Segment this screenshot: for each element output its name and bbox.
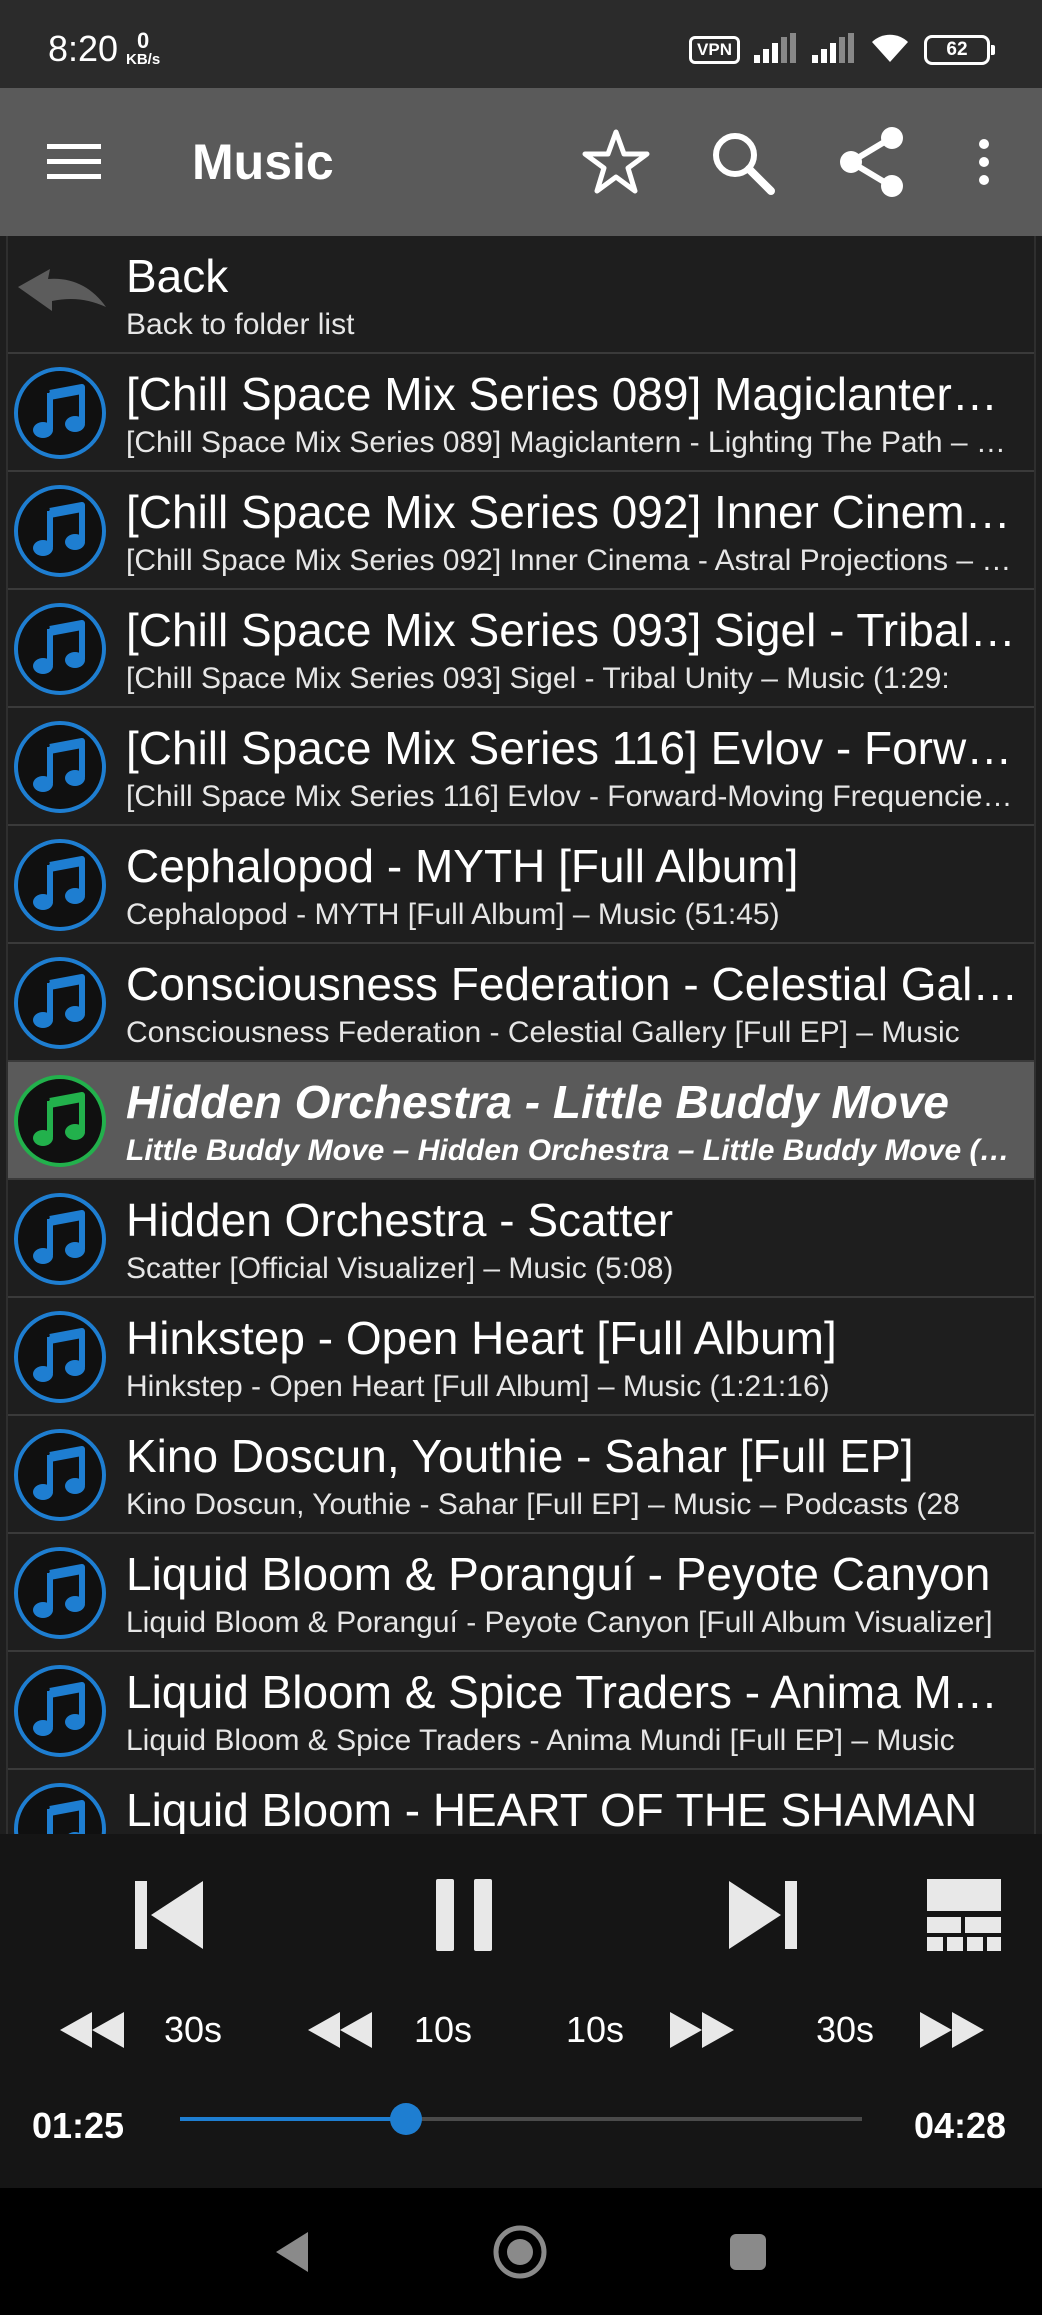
music-note-icon: [10, 363, 110, 463]
track-subtitle: Little Buddy Move – Hidden Orchestra – L…: [126, 1134, 1020, 1167]
network-speed-value: 0: [136, 28, 150, 53]
network-speed-unit: KB/s: [126, 51, 161, 68]
total-duration: 04:28: [914, 2105, 1007, 2146]
seek-bar-fill: [180, 2117, 407, 2121]
track-subtitle: Consciousness Federation - Celestial Gal…: [126, 1016, 960, 1049]
track-row[interactable]: Consciousness Federation - Celestial Gal…: [8, 944, 1034, 1062]
forward-10-icon[interactable]: [666, 2005, 738, 2055]
forward-10-label[interactable]: 10s: [566, 2008, 624, 2052]
track-row[interactable]: Hidden Orchestra - Little Buddy Move Litt…: [8, 1062, 1034, 1180]
nav-recents-icon[interactable]: [688, 2188, 808, 2315]
rewind-10-label[interactable]: 10s: [414, 2008, 472, 2052]
track-list[interactable]: Back Back to folder list [Chill Space Mi…: [6, 236, 1036, 1834]
track-title: Hidden Orchestra - Scatter: [126, 1194, 674, 1246]
track-subtitle: [Chill Space Mix Series 116] Evlov - For…: [126, 780, 1020, 813]
music-note-icon: [10, 835, 110, 935]
status-time: 8:20: [48, 28, 119, 69]
track-title: Cephalopod - MYTH [Full Album]: [126, 840, 799, 892]
back-subtitle: Back to folder list: [126, 308, 355, 341]
track-title: Liquid Bloom & Poranguí - Peyote Canyon: [126, 1548, 991, 1600]
track-title: [Chill Space Mix Series 116] Evlov - For…: [126, 722, 1020, 774]
seek-bar[interactable]: [180, 2103, 862, 2135]
track-subtitle: [Chill Space Mix Series 089] Magiclanter…: [126, 426, 1020, 459]
track-row[interactable]: [Chill Space Mix Series 116] Evlov - For…: [8, 708, 1034, 826]
wifi-icon: [870, 32, 910, 69]
music-note-icon: [10, 481, 110, 581]
status-bar: 8:20 0 KB/s VPN 62: [0, 0, 1042, 88]
star-icon[interactable]: [576, 88, 656, 236]
rewind-30-icon[interactable]: [56, 2005, 128, 2055]
track-row[interactable]: Liquid Bloom & Spice Traders - Anima Mun…: [8, 1652, 1034, 1770]
back-title: Back: [126, 250, 229, 302]
rewind-10-icon[interactable]: [304, 2005, 376, 2055]
track-row[interactable]: Liquid Bloom - HEART OF THE SHAMAN: [8, 1770, 1034, 1834]
music-note-icon: [10, 1779, 110, 1834]
elapsed-time: 01:25: [32, 2105, 125, 2146]
forward-30-label[interactable]: 30s: [816, 2008, 874, 2052]
nav-back-icon[interactable]: [232, 2188, 352, 2315]
track-title: Liquid Bloom & Spice Traders - Anima Mun…: [126, 1666, 1020, 1718]
music-note-icon: [10, 1189, 110, 1289]
music-note-icon: [10, 1543, 110, 1643]
music-note-icon: [10, 717, 110, 817]
music-note-icon: [10, 1425, 110, 1525]
track-subtitle: Scatter [Official Visualizer] – Music (5…: [126, 1252, 674, 1285]
track-row[interactable]: Cephalopod - MYTH [Full Album] Cephalopod…: [8, 826, 1034, 944]
track-subtitle: Liquid Bloom & Spice Traders - Anima Mun…: [126, 1724, 955, 1757]
track-title: Kino Doscun, Youthie - Sahar [Full EP]: [126, 1430, 914, 1482]
track-title: Hinkstep - Open Heart [Full Album]: [126, 1312, 837, 1364]
share-icon[interactable]: [832, 88, 912, 236]
music-note-icon: [10, 1307, 110, 1407]
music-note-icon: [10, 1071, 110, 1171]
music-note-icon: [10, 953, 110, 1053]
track-subtitle: [Chill Space Mix Series 093] Sigel - Tri…: [126, 662, 950, 695]
signal-icon-2: [812, 32, 856, 68]
music-note-icon: [10, 599, 110, 699]
system-nav-bar: [0, 2188, 1042, 2315]
skip-next-button[interactable]: [720, 1870, 806, 1960]
track-title: [Chill Space Mix Series 093] Sigel - Tri…: [126, 604, 1020, 656]
nav-home-icon[interactable]: [460, 2188, 580, 2315]
track-title: [Chill Space Mix Series 089] Magiclanter…: [126, 368, 1020, 420]
track-row[interactable]: Liquid Bloom & Poranguí - Peyote Canyon L…: [8, 1534, 1034, 1652]
track-row[interactable]: Hinkstep - Open Heart [Full Album] Hinkst…: [8, 1298, 1034, 1416]
track-row[interactable]: [Chill Space Mix Series 089] Magiclanter…: [8, 354, 1034, 472]
page-title: Music: [192, 134, 334, 190]
track-row[interactable]: [Chill Space Mix Series 093] Sigel - Tri…: [8, 590, 1034, 708]
search-icon[interactable]: [702, 88, 782, 236]
back-arrow-icon: [10, 245, 110, 345]
queue-grid-icon[interactable]: [922, 1874, 1006, 1956]
track-title: Hidden Orchestra - Little Buddy Move: [126, 1076, 949, 1128]
vpn-icon: VPN: [689, 36, 740, 64]
app-toolbar: Music: [0, 88, 1042, 236]
track-subtitle: Liquid Bloom & Poranguí - Peyote Canyon …: [126, 1606, 993, 1639]
menu-icon[interactable]: [36, 88, 112, 236]
track-row[interactable]: Hidden Orchestra - Scatter Scatter [Offic…: [8, 1180, 1034, 1298]
forward-30-icon[interactable]: [916, 2005, 988, 2055]
battery-icon: 62: [924, 35, 995, 65]
track-title: Liquid Bloom - HEART OF THE SHAMAN: [126, 1784, 978, 1834]
track-row[interactable]: Kino Doscun, Youthie - Sahar [Full EP] Ki…: [8, 1416, 1034, 1534]
track-title: Consciousness Federation - Celestial Gal…: [126, 958, 1020, 1010]
track-row[interactable]: [Chill Space Mix Series 092] Inner Cinem…: [8, 472, 1034, 590]
track-subtitle: Kino Doscun, Youthie - Sahar [Full EP] –…: [126, 1488, 960, 1521]
pause-button[interactable]: [424, 1870, 504, 1960]
track-subtitle: [Chill Space Mix Series 092] Inner Cinem…: [126, 544, 1020, 577]
track-subtitle: Cephalopod - MYTH [Full Album] – Music (…: [126, 898, 780, 931]
back-row[interactable]: Back Back to folder list: [8, 236, 1034, 354]
more-vert-icon[interactable]: [962, 88, 1006, 236]
network-speed: 0 KB/s: [126, 28, 161, 68]
track-title: [Chill Space Mix Series 092] Inner Cinem…: [126, 486, 1020, 538]
track-subtitle: Hinkstep - Open Heart [Full Album] – Mus…: [126, 1370, 830, 1403]
music-note-icon: [10, 1661, 110, 1761]
signal-icon: [754, 32, 798, 68]
status-icons: VPN 62: [689, 30, 995, 70]
rewind-30-label[interactable]: 30s: [164, 2008, 222, 2052]
skip-previous-button[interactable]: [126, 1870, 212, 1960]
